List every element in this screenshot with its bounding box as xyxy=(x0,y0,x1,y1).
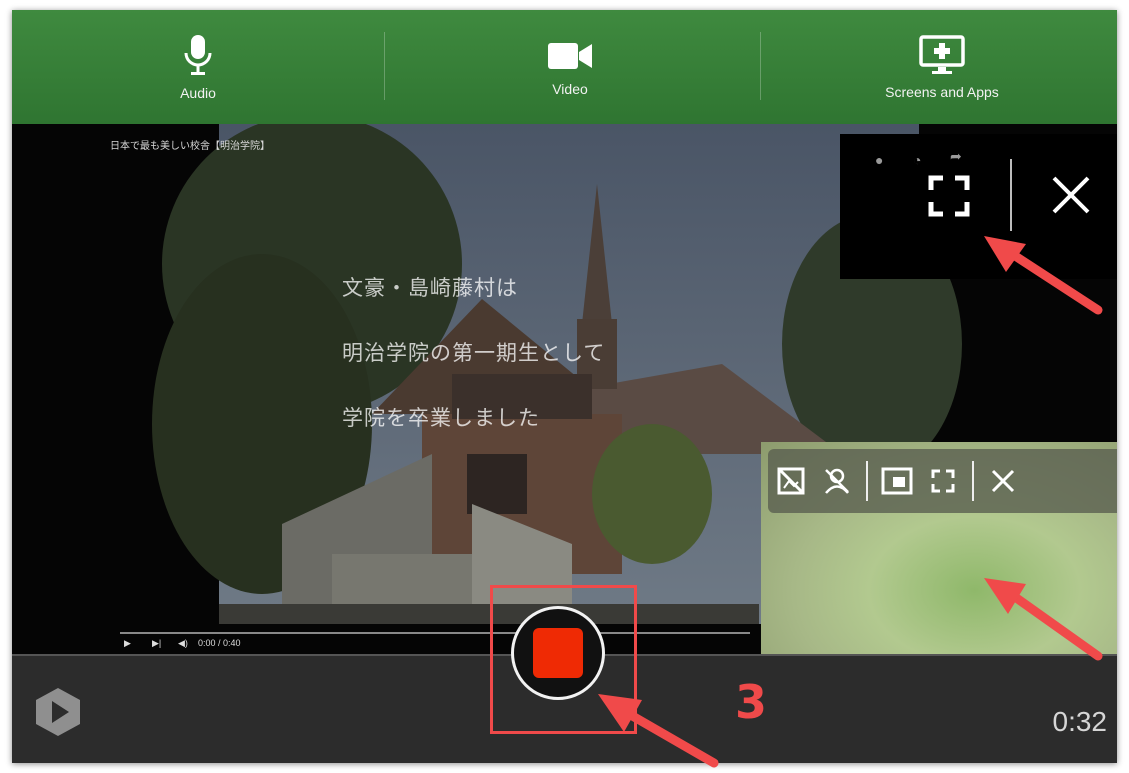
annotation-arrow xyxy=(984,236,1103,315)
panopto-logo-icon xyxy=(36,688,80,736)
camera-close-button[interactable] xyxy=(980,449,1026,513)
subtitle-line: 明治学院の第一期生として xyxy=(342,341,606,365)
toolbar-divider xyxy=(384,32,385,100)
audio-label: Audio xyxy=(180,85,216,101)
camera-fullscreen-button[interactable] xyxy=(920,449,966,513)
screens-and-apps-button[interactable]: Screens and Apps xyxy=(867,10,1017,124)
audio-button[interactable]: Audio xyxy=(148,10,248,124)
hide-self-icon xyxy=(825,468,849,494)
subtitle-line: 学院を卒業しました xyxy=(342,406,540,430)
subtitle-line: 文豪・島崎藤村は xyxy=(342,276,518,300)
camera-toolbar-divider xyxy=(866,461,868,501)
share-icon[interactable]: ➦ xyxy=(950,148,962,165)
camera-toolbar-divider xyxy=(972,461,974,501)
picture-in-picture-icon xyxy=(881,467,913,495)
embedded-player-controls: ▶ ▶| ◀) 0:00 / 0:40 xyxy=(112,624,752,654)
add-screen-icon xyxy=(919,35,965,74)
source-toolbar: Audio Video Screens and Apps xyxy=(12,10,1117,124)
step-number: 3 xyxy=(735,675,768,729)
info-icon[interactable]: ● xyxy=(875,152,883,168)
seek-bar[interactable] xyxy=(120,632,750,634)
fullscreen-icon[interactable] xyxy=(927,174,971,218)
close-icon xyxy=(991,469,1015,493)
player-time: 0:00 / 0:40 xyxy=(198,638,241,648)
play-icon[interactable]: ▶ xyxy=(124,638,131,649)
annotation-arrow xyxy=(598,694,719,768)
annotation-arrow xyxy=(984,578,1103,661)
next-icon[interactable]: ▶| xyxy=(152,638,161,649)
video-preview: 日本で最も美しい校舎【明治学院】 文豪・島崎藤村は 明治学院の第一期生として 学… xyxy=(12,124,1117,654)
hide-video-icon xyxy=(777,467,805,495)
volume-icon[interactable]: ◀) xyxy=(178,638,188,649)
clock-icon[interactable]: ◔ xyxy=(913,152,921,168)
picture-in-picture-button[interactable] xyxy=(874,449,920,513)
hide-video-button[interactable] xyxy=(768,449,814,513)
video-title: 日本で最も美しい校舎【明治学院】 xyxy=(110,141,270,152)
hide-self-button[interactable] xyxy=(814,449,860,513)
video-label: Video xyxy=(552,81,588,97)
video-camera-icon xyxy=(548,43,592,69)
close-icon[interactable] xyxy=(1049,173,1093,217)
recording-timer: 0:32 xyxy=(1052,706,1108,737)
toolbar-divider xyxy=(760,32,761,100)
camera-toolbar xyxy=(768,449,1117,513)
video-button[interactable]: Video xyxy=(520,10,620,124)
fullscreen-icon xyxy=(931,469,955,493)
control-divider xyxy=(1010,159,1012,231)
microphone-icon xyxy=(184,35,212,75)
screens-and-apps-label: Screens and Apps xyxy=(885,84,999,100)
